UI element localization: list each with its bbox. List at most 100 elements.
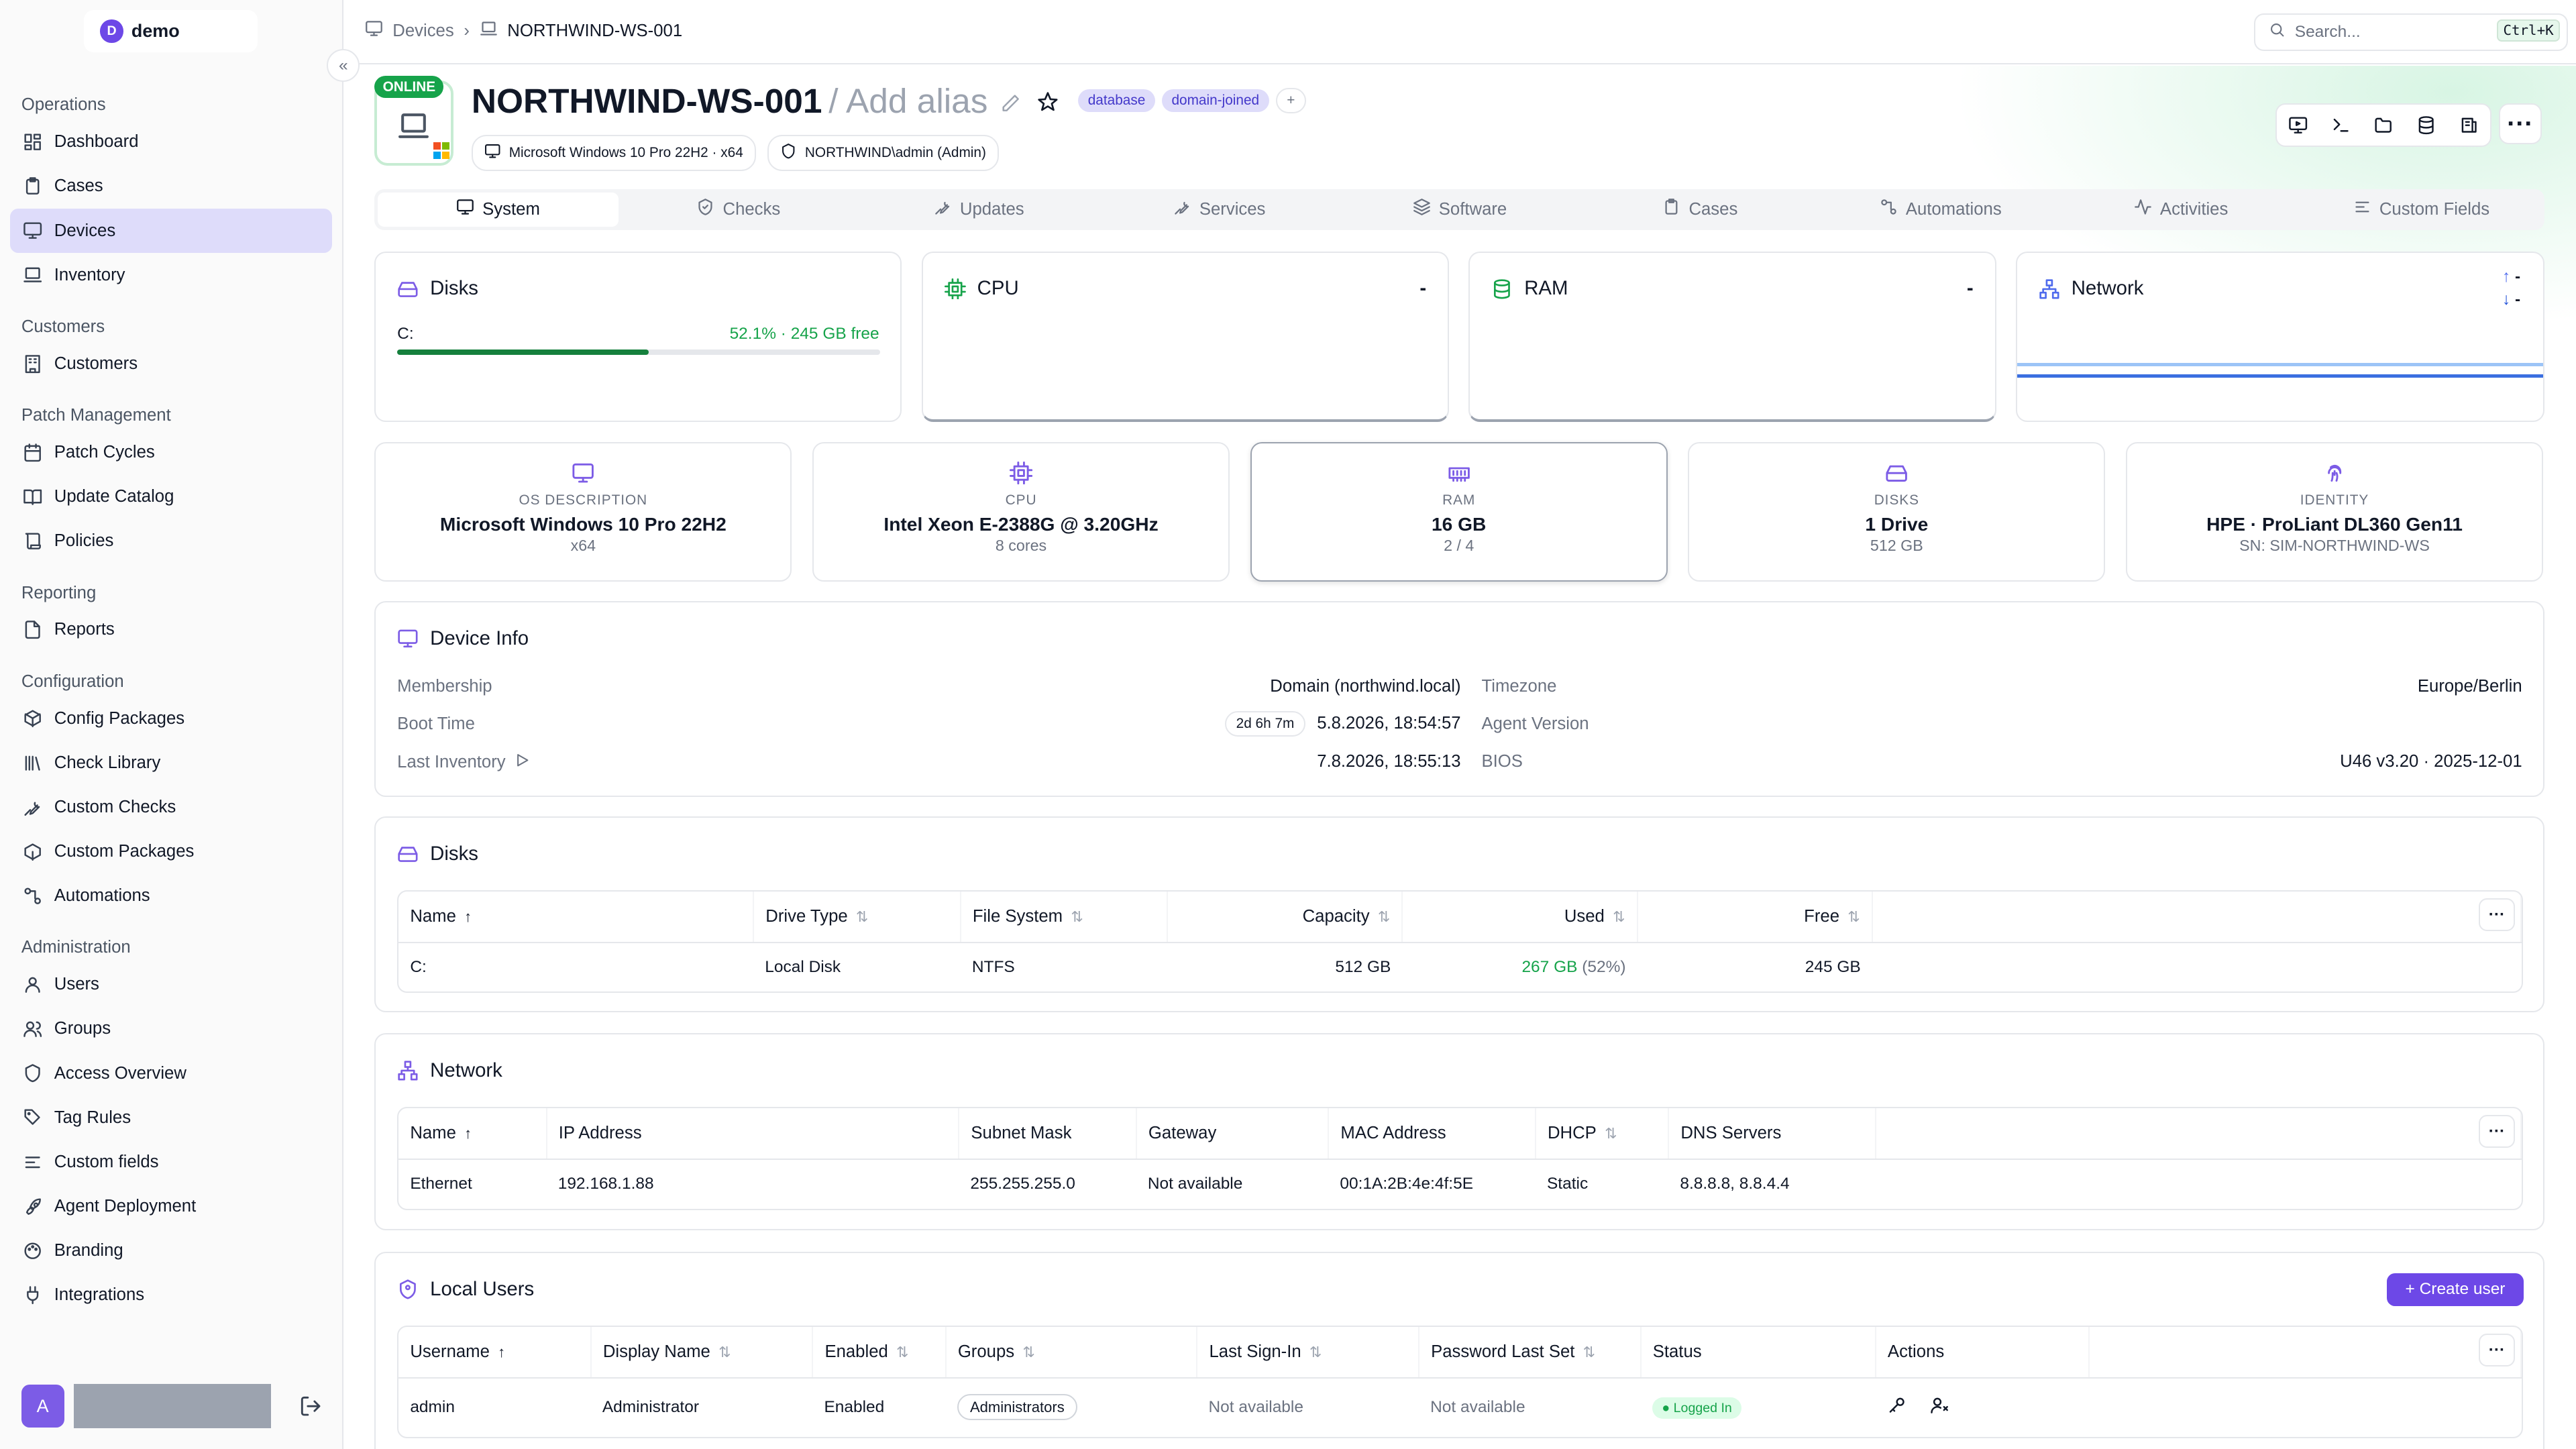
col-status[interactable]: Status (1640, 1326, 1876, 1379)
sort-icon: ⇅ (1309, 1343, 1322, 1360)
summary-value: HPE · ProLiant DL360 Gen11 (2206, 513, 2463, 535)
users-table-options-button[interactable]: ··· (2479, 1334, 2515, 1367)
sidebar-item-agent-deployment[interactable]: Agent Deployment (10, 1184, 332, 1228)
col-drive-type[interactable]: Drive Type ⇅ (753, 891, 961, 943)
logout-icon[interactable] (299, 1395, 322, 1417)
sidebar-item-users[interactable]: Users (10, 963, 332, 1007)
add-tag-button[interactable]: + (1275, 88, 1307, 113)
sidebar-item-update-catalog[interactable]: Update Catalog (10, 475, 332, 519)
layers-icon (1413, 198, 1431, 221)
sidebar-item-groups[interactable]: Groups (10, 1007, 332, 1051)
hard-drive-icon (1885, 462, 1908, 484)
database-icon[interactable] (2405, 105, 2448, 146)
col-name[interactable]: Name ↑ (398, 891, 755, 943)
org-switcher[interactable]: Ddemo (83, 9, 258, 53)
tab-cases[interactable]: Cases (1580, 193, 1820, 227)
play-icon[interactable] (514, 752, 530, 773)
registry-icon[interactable] (2448, 105, 2491, 146)
col-display-name[interactable]: Display Name ⇅ (590, 1326, 814, 1379)
col-file-system[interactable]: File System ⇅ (960, 891, 1169, 943)
sidebar-item-policies[interactable]: Policies (10, 519, 332, 564)
last-inventory-label: Last Inventory (397, 752, 530, 773)
terminal-icon[interactable] (2320, 105, 2363, 146)
col-gateway[interactable]: Gateway (1136, 1108, 1330, 1161)
folder-icon[interactable] (2362, 105, 2405, 146)
sidebar-item-customers[interactable]: Customers (10, 341, 332, 386)
sidebar-item-automations[interactable]: Automations (10, 874, 332, 918)
user-menu[interactable]: A (21, 1383, 333, 1430)
col-subnet[interactable]: Subnet Mask (959, 1108, 1137, 1161)
breadcrumb-devices[interactable]: Devices (392, 21, 453, 41)
sidebar-item-branding[interactable]: Branding (10, 1228, 332, 1273)
create-user-button[interactable]: + Create user (2387, 1273, 2524, 1306)
col-password-last-set[interactable]: Password Last Set ⇅ (1418, 1326, 1642, 1379)
org-name: demo (131, 21, 180, 42)
tab-checks[interactable]: Checks (619, 193, 859, 227)
col-mac[interactable]: MAC Address (1328, 1108, 1536, 1161)
star-icon[interactable] (1037, 80, 1059, 121)
user-groups: Administrators (946, 1378, 1197, 1437)
summary-identity: IDENTITY HPE · ProLiant DL360 Gen11 SN: SI… (2125, 441, 2544, 582)
tag-domain-joined[interactable]: domain-joined (1161, 89, 1269, 112)
sidebar-item-custom-packages[interactable]: Custom Packages (10, 829, 332, 873)
pencil-icon[interactable] (1001, 80, 1020, 121)
sidebar-item-cases[interactable]: Cases (10, 164, 332, 209)
sidebar-item-check-library[interactable]: Check Library (10, 741, 332, 785)
sidebar-item-integrations[interactable]: Integrations (10, 1273, 332, 1318)
col-dns[interactable]: DNS Servers (1668, 1108, 1876, 1161)
tab-automations[interactable]: Automations (1820, 193, 2060, 227)
tab-software[interactable]: Software (1340, 193, 1580, 227)
sidebar-item-dashboard[interactable]: Dashboard (10, 120, 332, 164)
sidebar-item-custom-fields[interactable]: Custom fields (10, 1140, 332, 1184)
tab-activities[interactable]: Activities (2061, 193, 2301, 227)
search-input[interactable]: Search... Ctrl+K (2254, 13, 2568, 51)
tab-system[interactable]: System (378, 192, 619, 227)
table-row[interactable]: C: Local Disk NTFS 512 GB 267 GB (52%) 2… (398, 943, 2521, 991)
col-ip[interactable]: IP Address (546, 1108, 960, 1161)
sidebar-item-devices[interactable]: Devices (9, 208, 332, 254)
local-users-card: Local Users Username ↑ Display Name ⇅ Enab… (374, 1252, 2545, 1449)
col-capacity[interactable]: Capacity ⇅ (1167, 891, 1403, 943)
cpu-metric-title: CPU (944, 277, 1019, 300)
book-icon (23, 487, 42, 506)
sidebar-item-config-packages[interactable]: Config Packages (10, 696, 332, 741)
col-enabled[interactable]: Enabled ⇅ (812, 1326, 947, 1379)
tab-custom-fields[interactable]: Custom Fields (2301, 193, 2541, 227)
table-row[interactable]: admin Administrator Enabled Administrato… (398, 1378, 2521, 1437)
nic-dhcp: Static (1546, 1175, 1589, 1193)
col-dhcp[interactable]: DHCP ⇅ (1535, 1108, 1670, 1161)
col-groups[interactable]: Groups ⇅ (945, 1326, 1198, 1379)
network-up: ↑ - (2502, 267, 2521, 286)
sidebar-item-tag-rules[interactable]: Tag Rules (10, 1095, 332, 1140)
network-table-options-button[interactable]: ··· (2479, 1115, 2515, 1148)
col-used[interactable]: Used ⇅ (1402, 891, 1638, 943)
boot-time-value: 2d 6h 7m 5.8.2026, 18:54:57 (1224, 710, 1461, 737)
user-cog-icon[interactable] (1930, 1397, 1949, 1419)
col-name[interactable]: Name ↑ (398, 1108, 547, 1161)
col-actions: Actions (1875, 1326, 2090, 1379)
key-icon[interactable] (1887, 1397, 1907, 1419)
wrench-icon (934, 198, 952, 221)
monitor-icon (572, 462, 594, 484)
more-actions-button[interactable]: ··· (2498, 103, 2542, 145)
sidebar-item-patch-cycles[interactable]: Patch Cycles (10, 430, 332, 474)
rocket-icon (23, 1197, 42, 1216)
disks-table-options-button[interactable]: ··· (2479, 898, 2515, 932)
sidebar-item-custom-checks[interactable]: Custom Checks (10, 785, 332, 829)
add-alias[interactable]: / Add alias (828, 80, 987, 121)
col-free[interactable]: Free ⇅ (1637, 891, 1873, 943)
sidebar-item-reports[interactable]: Reports (10, 608, 332, 652)
device-actions (2275, 103, 2492, 148)
tab-updates[interactable]: Updates (859, 193, 1099, 227)
table-row[interactable]: Ethernet 192.168.1.88 255.255.255.0 Not … (398, 1159, 2521, 1208)
tab-services[interactable]: Services (1099, 193, 1339, 227)
monitor-icon (456, 198, 474, 221)
sidebar-item-access-overview[interactable]: Access Overview (10, 1051, 332, 1095)
dashboard-icon (23, 132, 42, 152)
summary-sub: SN: SIM-NORTHWIND-WS (2239, 537, 2430, 554)
tag-database[interactable]: database (1078, 89, 1155, 112)
col-last-sign-in[interactable]: Last Sign-In ⇅ (1197, 1326, 1419, 1379)
sidebar-item-inventory[interactable]: Inventory (10, 253, 332, 297)
col-username[interactable]: Username ↑ (398, 1326, 592, 1379)
remote-desktop-icon[interactable] (2277, 105, 2320, 146)
